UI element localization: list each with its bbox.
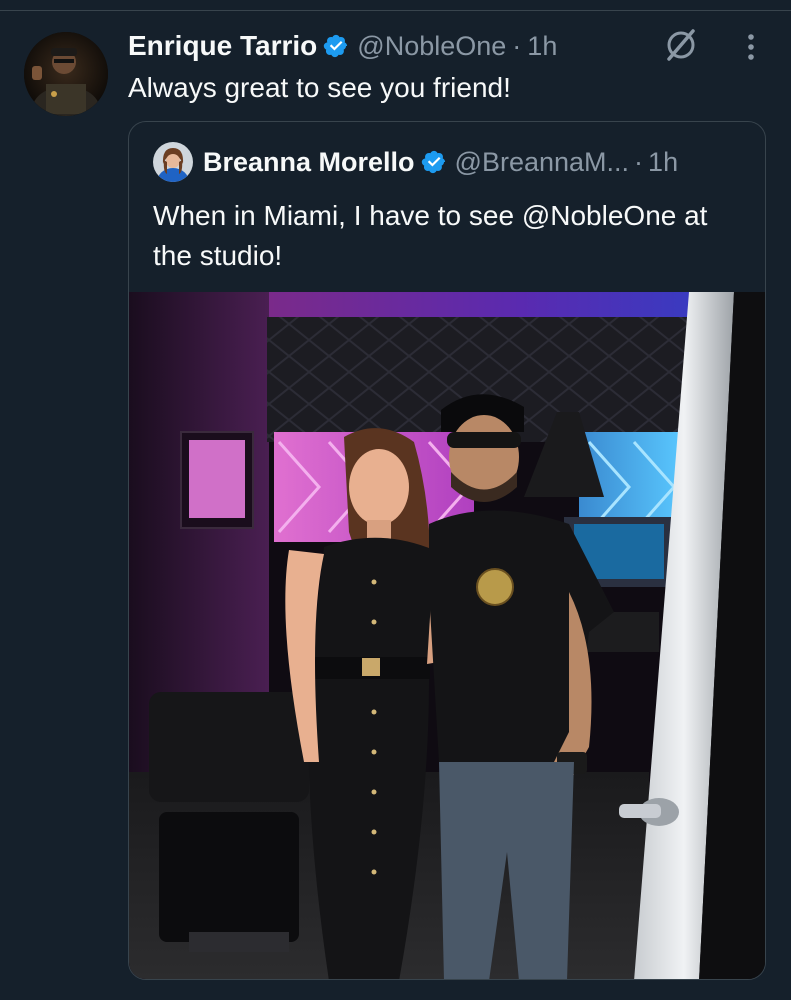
quoted-tweet-text: When in Miami, I have to see @NobleOne a…	[153, 200, 708, 271]
separator-dot: ·	[512, 30, 522, 61]
quoted-author-name[interactable]: Breanna Morello	[203, 147, 415, 178]
author-name[interactable]: Enrique Tarrio	[128, 30, 317, 62]
quoted-author-handle[interactable]: @BreannaM...	[455, 147, 630, 178]
author-handle[interactable]: @NobleOne	[357, 31, 506, 62]
separator-dot: ·	[634, 146, 644, 177]
quoted-tweet-header: Breanna Morello @BreannaM... · 1h	[153, 142, 678, 182]
grok-icon[interactable]	[662, 26, 700, 64]
verified-badge-icon	[421, 150, 445, 174]
more-options-icon[interactable]	[738, 30, 764, 64]
tweet-text: Always great to see you friend!	[128, 72, 511, 103]
quoted-timestamp[interactable]: 1h	[648, 147, 678, 178]
quoted-author-avatar	[153, 142, 193, 182]
timestamp[interactable]: 1h	[527, 31, 557, 62]
verified-badge-icon	[324, 34, 348, 58]
tweet-photo[interactable]	[129, 292, 765, 979]
quoted-tweet[interactable]: Breanna Morello @BreannaM... · 1h When i…	[128, 121, 766, 980]
tweet-header: Enrique Tarrio @NobleOne · 1h	[128, 28, 557, 64]
tweet: Enrique Tarrio @NobleOne · 1h Always gre…	[0, 0, 791, 1000]
author-avatar[interactable]	[24, 32, 108, 116]
